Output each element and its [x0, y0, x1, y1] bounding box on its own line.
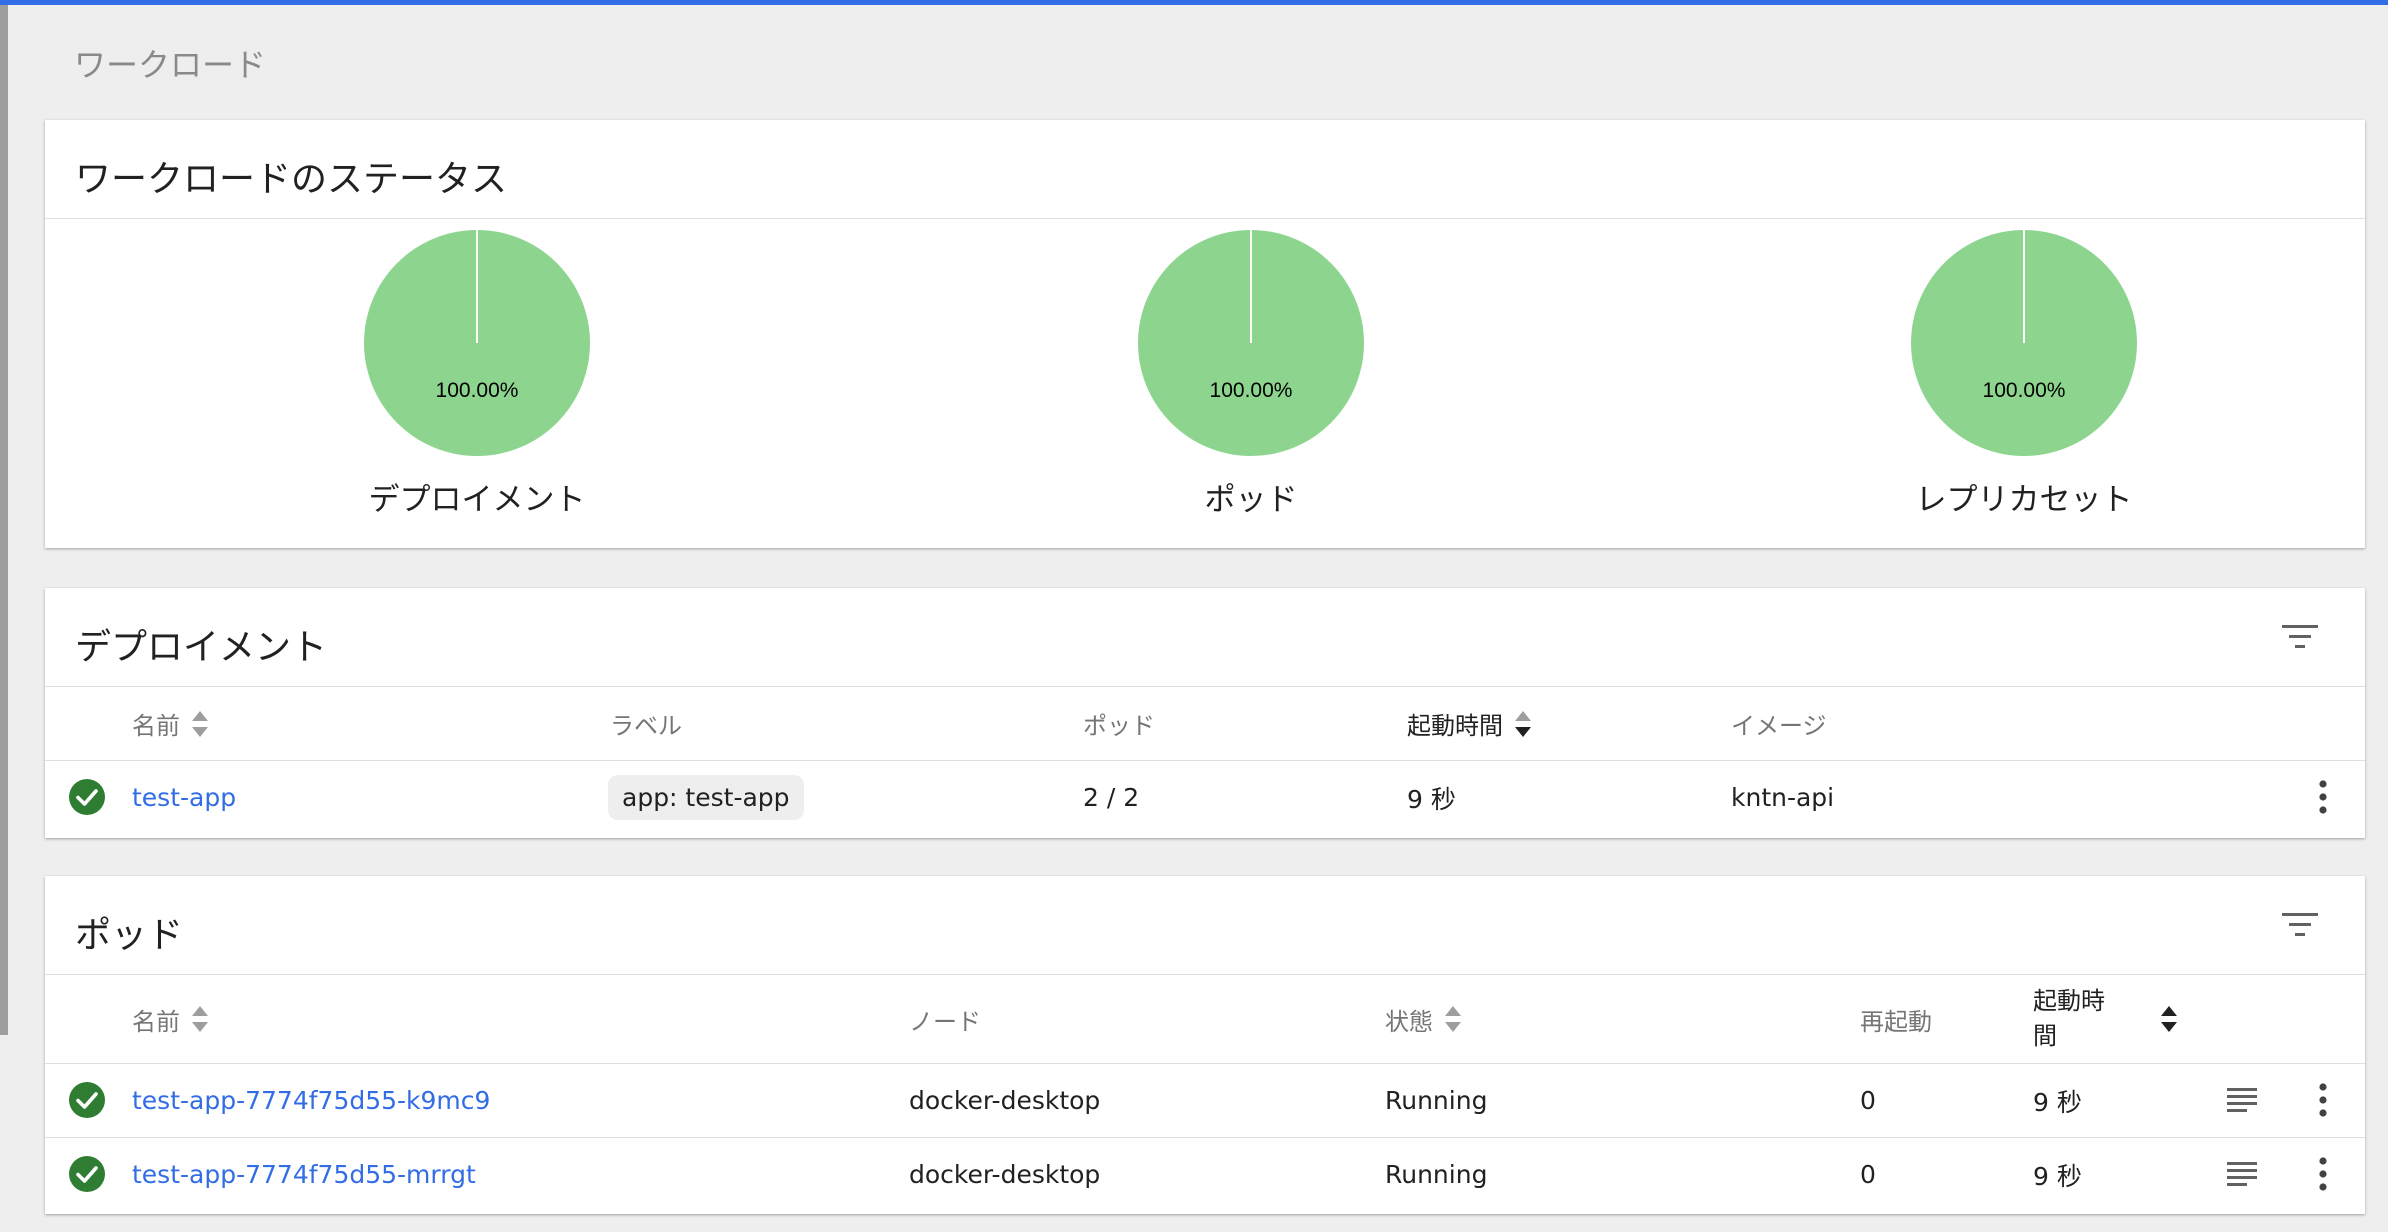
age-cell: 9 秒 [2033, 1161, 2082, 1191]
logs-icon[interactable] [2225, 1085, 2259, 1115]
workload-status-card: ワークロードのステータス 100.00% デプロイメント 100.00% ポッド… [45, 120, 2365, 548]
sort-icon[interactable] [192, 710, 208, 737]
column-label: 名前 [132, 712, 180, 740]
column-header-name[interactable]: 名前 [132, 975, 208, 1063]
column-label: 状態 [1385, 1007, 1433, 1036]
chart-label: デプロイメント [368, 482, 586, 518]
pie-chart: 100.00% [364, 230, 590, 456]
pie-percent-label: 100.00% [1983, 379, 2066, 402]
card-title: ポッド [75, 915, 184, 956]
pie-percent-label: 100.00% [1210, 379, 1293, 402]
card-header: ポッド [45, 876, 2365, 975]
column-header-images: イメージ [1731, 687, 1827, 760]
status-cell: Running [1385, 1086, 1488, 1115]
page-title: ワークロード [74, 46, 267, 84]
sort-icon[interactable] [1515, 710, 1531, 737]
age-cell: 9 秒 [1407, 784, 1456, 814]
table-header: 名前 ノード 状態 再起動 起動時 間 [45, 975, 2365, 1064]
card-title: ワークロードのステータス [75, 159, 508, 200]
sort-icon[interactable] [1445, 1006, 1461, 1032]
deployments-card: デプロイメント 名前 ラベル ポッド 起動時間 イメージ test-app ap… [45, 588, 2365, 838]
left-edge-bar [0, 5, 8, 1035]
node-cell: docker-desktop [909, 1160, 1101, 1189]
restarts-cell: 0 [1860, 1086, 1876, 1115]
node-cell: docker-desktop [909, 1086, 1101, 1115]
table-row: test-app-7774f75d55-mrrgt docker-desktop… [45, 1138, 2365, 1211]
check-circle-icon [69, 1082, 105, 1118]
age-cell: 9 秒 [2033, 1087, 2082, 1117]
column-label: ポッド [1083, 712, 1155, 740]
top-accent-bar [0, 0, 2388, 5]
table-row: test-app-7774f75d55-k9mc9 docker-desktop… [45, 1064, 2365, 1138]
column-header-node: ノード [909, 975, 981, 1063]
column-header-status[interactable]: 状態 [1385, 975, 1461, 1063]
column-label: 再起動 [1860, 1007, 1932, 1036]
logs-icon[interactable] [2225, 1159, 2259, 1189]
pod-name-cell: test-app-7774f75d55-mrrgt [132, 1138, 476, 1211]
chart-label: ポッド [1204, 482, 1298, 518]
pie-chart: 100.00% [1911, 230, 2137, 456]
table-header: 名前 ラベル ポッド 起動時間 イメージ [45, 687, 2365, 761]
column-label-line: 間 [2033, 1022, 2057, 1050]
deployments-status-chart: 100.00% デプロイメント [347, 230, 607, 519]
filter-list-icon[interactable] [2280, 910, 2320, 940]
deployment-name-cell: test-app [132, 761, 236, 834]
column-header-age[interactable]: 起動時間 [1407, 687, 1531, 760]
table-row: test-app app: test-app 2 / 2 9 秒 kntn-ap… [45, 761, 2365, 834]
replicasets-status-chart: 100.00% レプリカセット [1894, 230, 2154, 519]
pod-name-link[interactable]: test-app-7774f75d55-k9mc9 [132, 1086, 490, 1115]
more-vert-icon[interactable] [2313, 777, 2333, 817]
pod-name-cell: test-app-7774f75d55-k9mc9 [132, 1064, 490, 1137]
column-label: ノード [909, 1007, 981, 1036]
pie-chart: 100.00% [1138, 230, 1364, 456]
column-header-name[interactable]: 名前 [132, 687, 208, 760]
column-header-pods: ポッド [1083, 687, 1155, 760]
column-header-restarts: 再起動 [1860, 975, 1932, 1063]
image-cell: kntn-api [1731, 783, 1835, 812]
label-chip: app: test-app [608, 775, 804, 820]
pods-cell: 2 / 2 [1083, 783, 1140, 812]
check-circle-icon [69, 779, 105, 815]
more-vert-icon[interactable] [2313, 1154, 2333, 1194]
filter-list-icon[interactable] [2280, 622, 2320, 652]
card-header: ワークロードのステータス [45, 120, 2365, 219]
pod-name-link[interactable]: test-app-7774f75d55-mrrgt [132, 1160, 476, 1189]
column-header-age[interactable]: 起動時 間 [2033, 975, 2177, 1063]
sort-icon[interactable] [2161, 1006, 2177, 1032]
column-label: イメージ [1731, 712, 1827, 740]
sort-icon[interactable] [192, 1006, 208, 1032]
column-label-line: 起動時 [2033, 987, 2105, 1015]
chart-label: レプリカセット [1915, 482, 2133, 518]
pods-card: ポッド 名前 ノード 状態 再起動 起動時 間 test-app-7774f75… [45, 876, 2365, 1214]
restarts-cell: 0 [1860, 1160, 1876, 1189]
column-label: 起動時間 [1407, 712, 1503, 740]
deployment-name-link[interactable]: test-app [132, 783, 236, 812]
column-header-labels: ラベル [610, 687, 682, 760]
pie-percent-label: 100.00% [436, 379, 519, 402]
label-cell: app: test-app [608, 761, 804, 834]
column-label: 名前 [132, 1007, 180, 1036]
column-label: ラベル [610, 712, 682, 740]
status-cell: Running [1385, 1160, 1488, 1189]
card-header: デプロイメント [45, 588, 2365, 687]
check-circle-icon [69, 1156, 105, 1192]
column-label: 起動時 間 [2033, 984, 2151, 1054]
more-vert-icon[interactable] [2313, 1080, 2333, 1120]
card-title: デプロイメント [75, 627, 328, 668]
pods-status-chart: 100.00% ポッド [1121, 230, 1381, 519]
